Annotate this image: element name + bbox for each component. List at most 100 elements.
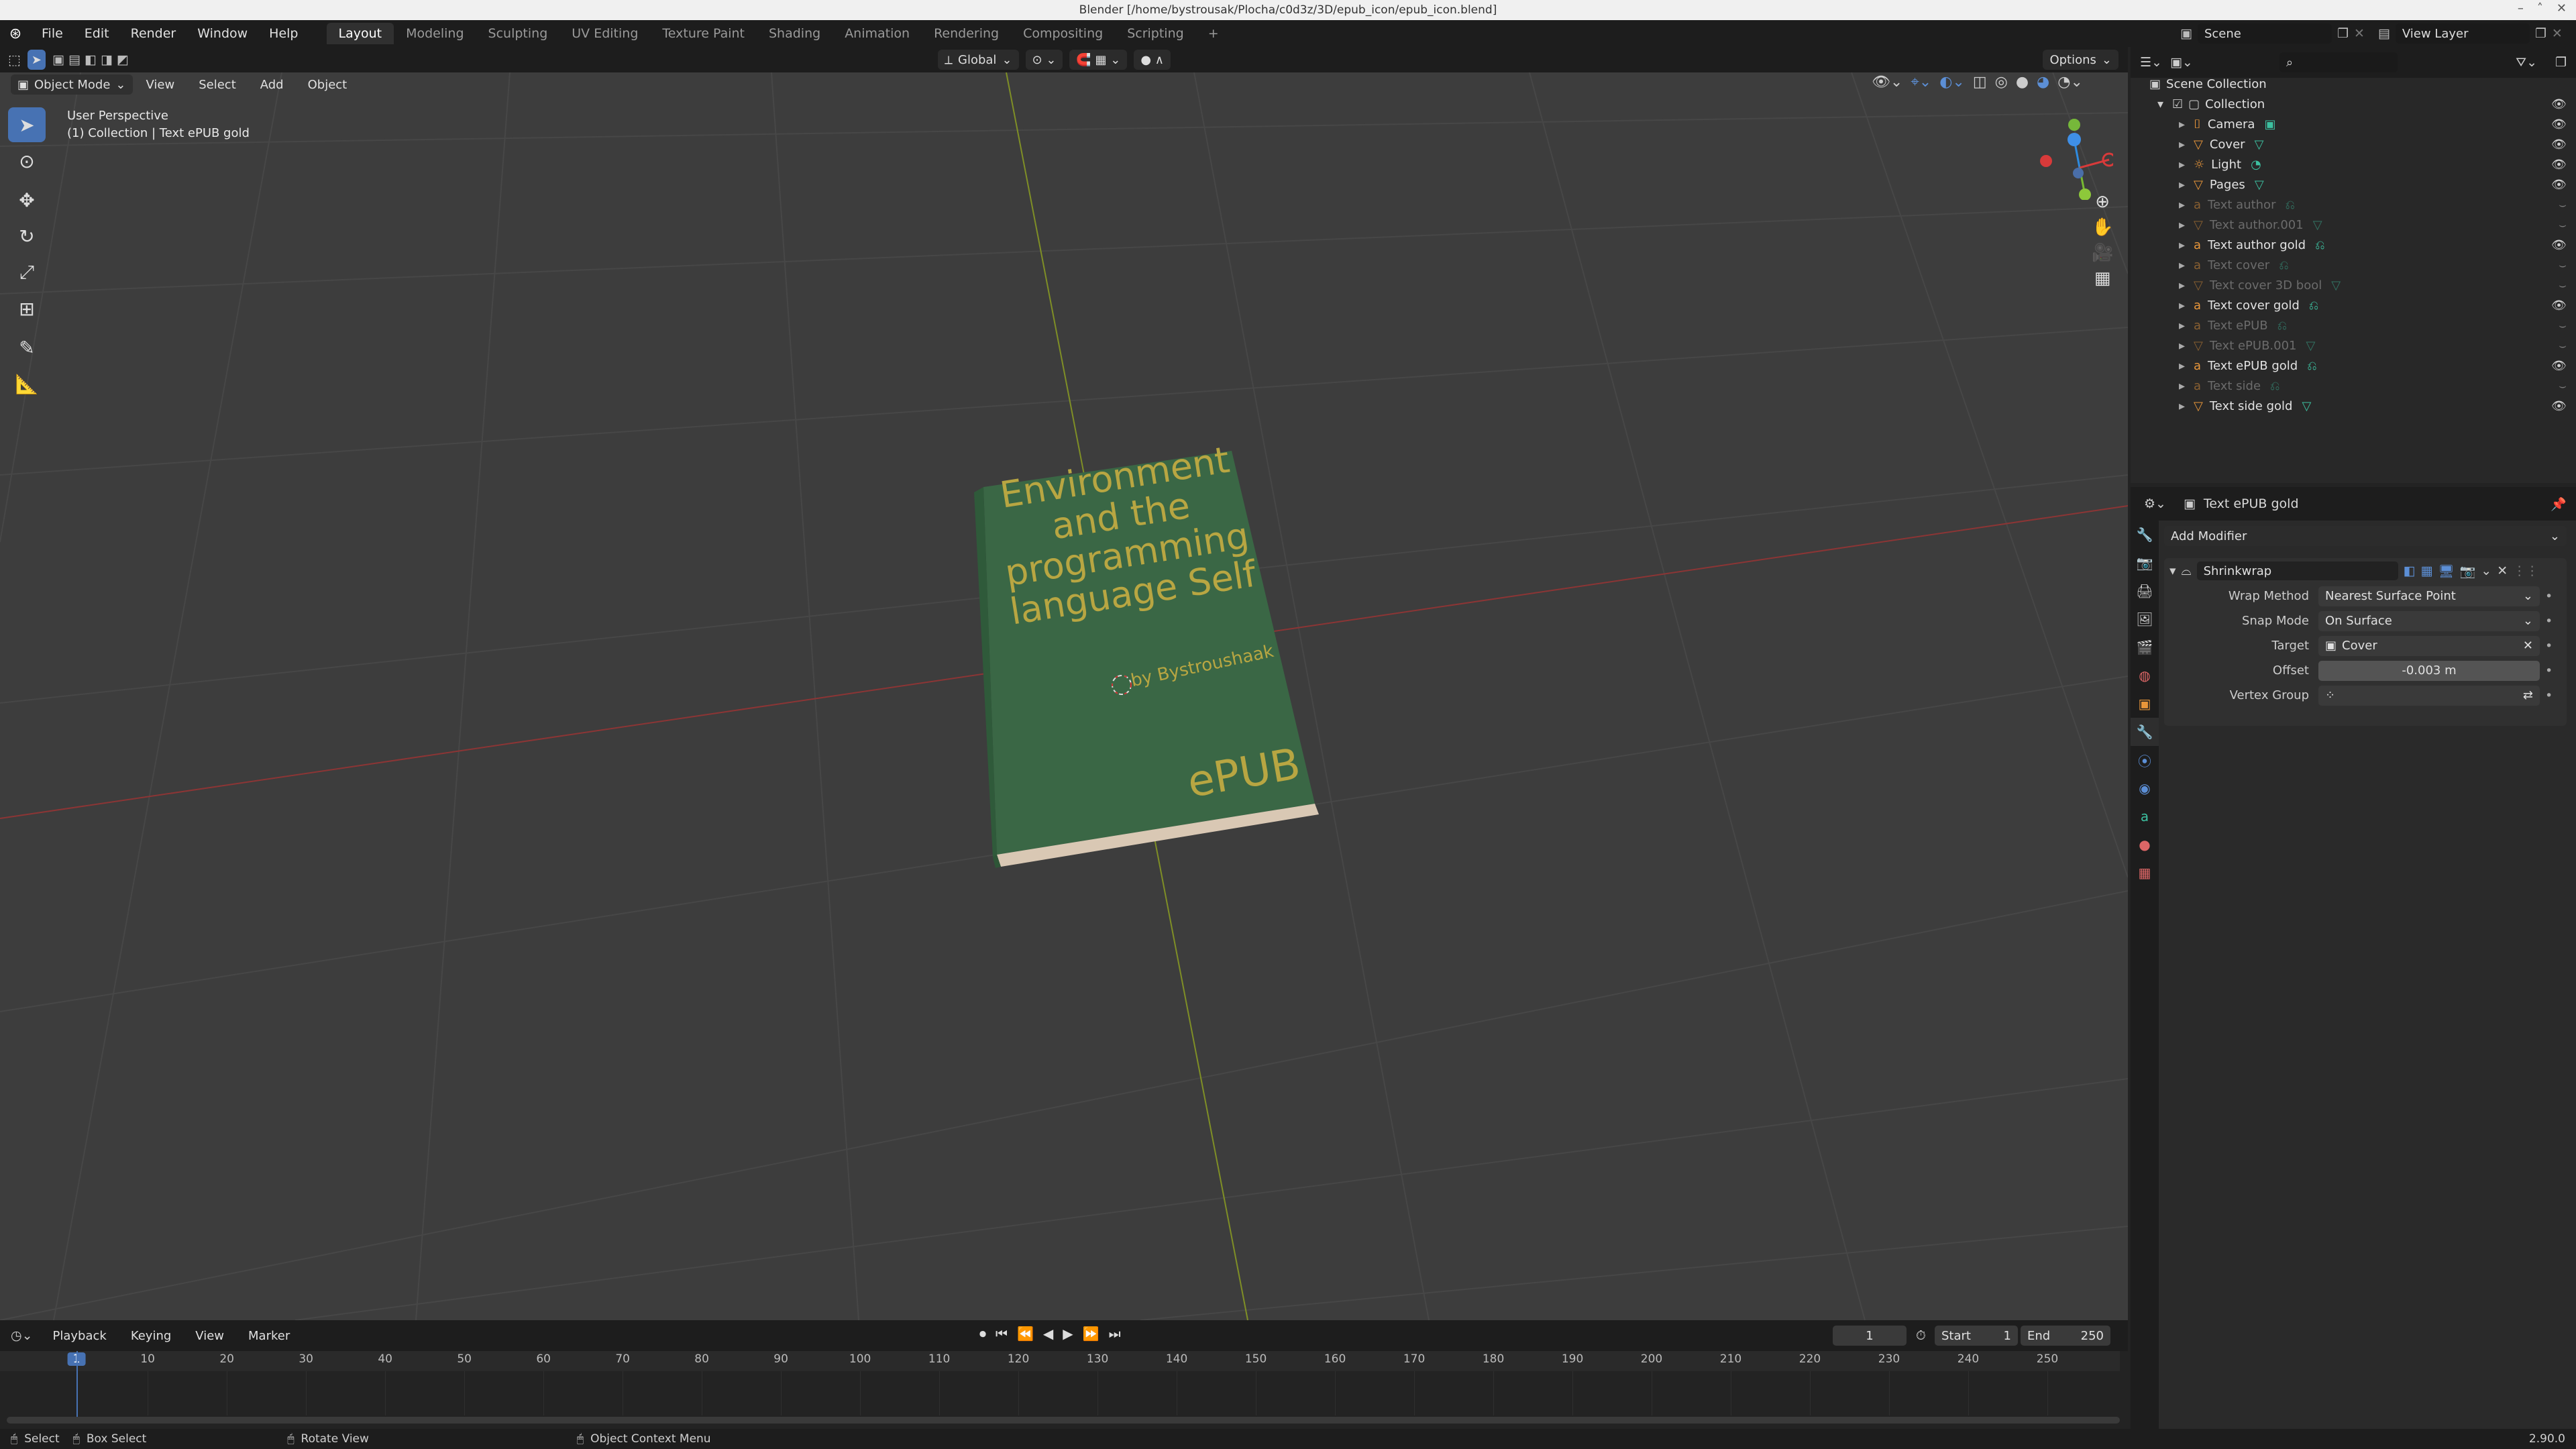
menu-file[interactable]: File xyxy=(31,20,74,47)
minimize-icon[interactable]: – xyxy=(2518,1,2524,15)
tab-modeling[interactable]: Modeling xyxy=(394,23,476,44)
editor-type-icon[interactable]: ⬚ xyxy=(8,52,21,68)
rotate-tool-icon[interactable]: ↻ xyxy=(8,219,46,254)
render-toggle-icon[interactable]: 📷 xyxy=(2460,564,2476,579)
menu-help[interactable]: Help xyxy=(258,20,309,47)
new-collection-icon[interactable]: ❐ xyxy=(2555,55,2567,70)
next-keyframe-icon[interactable]: ⏩ xyxy=(1083,1326,1099,1342)
expand-arrow-icon[interactable]: ▸ xyxy=(2179,399,2194,413)
stopwatch-icon[interactable]: ⏱ xyxy=(1916,1328,1926,1343)
checkbox-icon[interactable]: ☑ xyxy=(2172,97,2183,111)
blender-logo-icon[interactable]: ⊛ xyxy=(0,25,31,42)
eye-icon[interactable]: 👁 xyxy=(2551,97,2567,111)
menu-add[interactable]: Add xyxy=(250,74,294,95)
zoom-icon[interactable]: ⊕ xyxy=(2092,192,2113,212)
snap-toggle[interactable]: 🧲 ▦ ⌄ xyxy=(1069,50,1128,70)
eye-icon[interactable]: 👁 xyxy=(2551,138,2567,152)
field-value-input[interactable]: On Surface ⌄ xyxy=(2318,610,2540,631)
eye-closed-icon[interactable]: ⌣ xyxy=(2559,258,2567,272)
eye-closed-icon[interactable]: ⌣ xyxy=(2559,339,2567,353)
pin-icon[interactable]: 📌 xyxy=(2551,496,2567,512)
scale-tool-icon[interactable]: ⤢ xyxy=(8,255,46,290)
texture-tab-icon[interactable]: ▦ xyxy=(2131,859,2159,887)
proportional-edit-toggle[interactable]: ● ∧ xyxy=(1134,50,1171,70)
particles-tab-icon[interactable]: ⦿ xyxy=(2131,746,2159,774)
shading-solid-icon[interactable]: ● xyxy=(2016,74,2029,91)
orientation-dropdown[interactable]: ⟂ Global ⌄ xyxy=(938,50,1019,70)
maximize-icon[interactable]: ˄ xyxy=(2537,1,2543,15)
outliner-search-input[interactable]: ⌕ xyxy=(2279,52,2398,72)
outliner-item[interactable]: ▸ ▽ Text author.001 ▽ ⌣ xyxy=(2131,215,2576,235)
overlay-toggle-icon[interactable]: ◐⌄ xyxy=(1939,74,1965,91)
expand-arrow-icon[interactable]: ▸ xyxy=(2179,299,2194,313)
3d-viewport[interactable]: Environment and the programming language… xyxy=(0,72,2128,1320)
eye-closed-icon[interactable]: ⌣ xyxy=(2559,379,2567,393)
outliner-item[interactable]: ▸ a Text cover ⎌ ⌣ xyxy=(2131,255,2576,275)
menu-window[interactable]: Window xyxy=(186,20,258,47)
field-value-input[interactable]: ▣ Cover ✕ xyxy=(2318,635,2540,656)
selection-mode-icons[interactable]: ▣ ▤ ◧ ◨ ◩ xyxy=(52,52,129,67)
eye-icon[interactable]: 👁 xyxy=(2551,399,2567,413)
start-frame-field[interactable]: Start 1 xyxy=(1935,1326,2018,1346)
new-view-layer-icon[interactable]: ❐ xyxy=(2535,26,2546,41)
select-mode-button[interactable]: ➤ xyxy=(27,50,46,70)
scene-icon[interactable]: ▣ xyxy=(2180,26,2192,41)
expand-arrow-icon[interactable]: ▸ xyxy=(2179,319,2194,333)
3d-cursor-icon[interactable] xyxy=(1108,672,1135,698)
expand-arrow-icon[interactable]: ▸ xyxy=(2179,278,2194,292)
add-modifier-dropdown[interactable]: Add Modifier ⌄ xyxy=(2164,526,2567,546)
filter-icon[interactable]: ⛛⌄ xyxy=(2516,55,2537,70)
play-reverse-icon[interactable]: ◀ xyxy=(1043,1326,1053,1342)
expand-arrow-icon[interactable]: ▸ xyxy=(2179,117,2194,131)
tab-shading[interactable]: Shading xyxy=(757,23,833,44)
keyframe-dot-icon[interactable]: • xyxy=(2545,614,2553,629)
end-frame-field[interactable]: End 250 xyxy=(2021,1326,2110,1346)
menu-edit[interactable]: Edit xyxy=(74,20,120,47)
outliner-scene-collection[interactable]: ▣ Scene Collection xyxy=(2131,74,2576,94)
outliner-item[interactable]: ▸ ▽ Text cover 3D bool ▽ ⌣ xyxy=(2131,275,2576,295)
world-tab-icon[interactable]: ◍ xyxy=(2131,661,2159,690)
expand-arrow-icon[interactable]: ▸ xyxy=(2179,258,2194,272)
object-data-tab-icon[interactable]: a xyxy=(2131,802,2159,830)
menu-view[interactable]: View xyxy=(184,1326,235,1346)
options-dropdown[interactable]: Options ⌄ xyxy=(2043,50,2118,70)
clear-target-icon[interactable]: ✕ xyxy=(2523,639,2533,653)
scene-selector[interactable]: Scene xyxy=(2197,23,2332,44)
jump-start-icon[interactable]: ⏮ xyxy=(996,1326,1008,1342)
output-tab-icon[interactable]: 🖨 xyxy=(2131,577,2159,605)
outliner-item[interactable]: ▸ a Text cover gold ⎌ 👁 xyxy=(2131,295,2576,315)
outliner-collection[interactable]: ▾ ☑ ▢ Collection 👁 xyxy=(2131,94,2576,114)
add-workspace-icon[interactable]: + xyxy=(1196,23,1231,44)
gizmo-toggle-icon[interactable]: ⌖⌄ xyxy=(1911,74,1931,91)
jump-end-icon[interactable]: ⏭ xyxy=(1109,1326,1121,1342)
tab-rendering[interactable]: Rendering xyxy=(922,23,1011,44)
eye-icon[interactable]: 👁 xyxy=(2551,238,2567,252)
menu-playback[interactable]: Playback xyxy=(42,1326,117,1346)
pivot-dropdown[interactable]: ⊙ ⌄ xyxy=(1025,50,1063,70)
xray-toggle-icon[interactable]: ◫ xyxy=(1973,74,1987,91)
collapse-arrow-icon[interactable]: ▾ xyxy=(2157,97,2172,111)
remove-modifier-icon[interactable]: ✕ xyxy=(2497,564,2508,578)
render-tab-icon[interactable]: 📷 xyxy=(2131,549,2159,577)
menu-render[interactable]: Render xyxy=(120,20,187,47)
editor-type-icon[interactable]: ☰⌄ xyxy=(2140,55,2162,70)
expand-arrow-icon[interactable]: ▸ xyxy=(2179,238,2194,252)
editor-type-icon[interactable]: ◷⌄ xyxy=(11,1328,33,1343)
outliner-item[interactable]: ▸ a Text side ⎌ ⌣ xyxy=(2131,376,2576,396)
measure-tool-icon[interactable]: 📐 xyxy=(8,366,46,401)
visibility-filter-icon[interactable]: 👁⌄ xyxy=(1872,74,1902,91)
outliner-item[interactable]: ▸ ▽ Text ePUB.001 ▽ ⌣ xyxy=(2131,335,2576,356)
current-frame-field[interactable]: 1 xyxy=(1833,1326,1907,1346)
modifier-tab-icon[interactable]: 🔧 xyxy=(2131,718,2159,746)
expand-arrow-icon[interactable]: ▸ xyxy=(2179,218,2194,232)
outliner-item[interactable]: ▸ ▽ Cover ▽ 👁 xyxy=(2131,134,2576,154)
expand-arrow-icon[interactable]: ▸ xyxy=(2179,178,2194,192)
field-value-input[interactable]: -0.003 m xyxy=(2318,660,2540,681)
new-scene-icon[interactable]: ❐ xyxy=(2337,26,2349,41)
pan-hand-icon[interactable]: ✋ xyxy=(2092,217,2113,237)
chevron-down-icon[interactable]: ⌄ xyxy=(2481,564,2491,578)
eye-icon[interactable]: 👁 xyxy=(2551,359,2567,373)
camera-view-icon[interactable]: 🎥 xyxy=(2092,243,2113,263)
delete-view-layer-icon[interactable]: ✕ xyxy=(2552,26,2563,41)
on-cage-toggle-icon[interactable]: ▦ xyxy=(2421,564,2433,578)
